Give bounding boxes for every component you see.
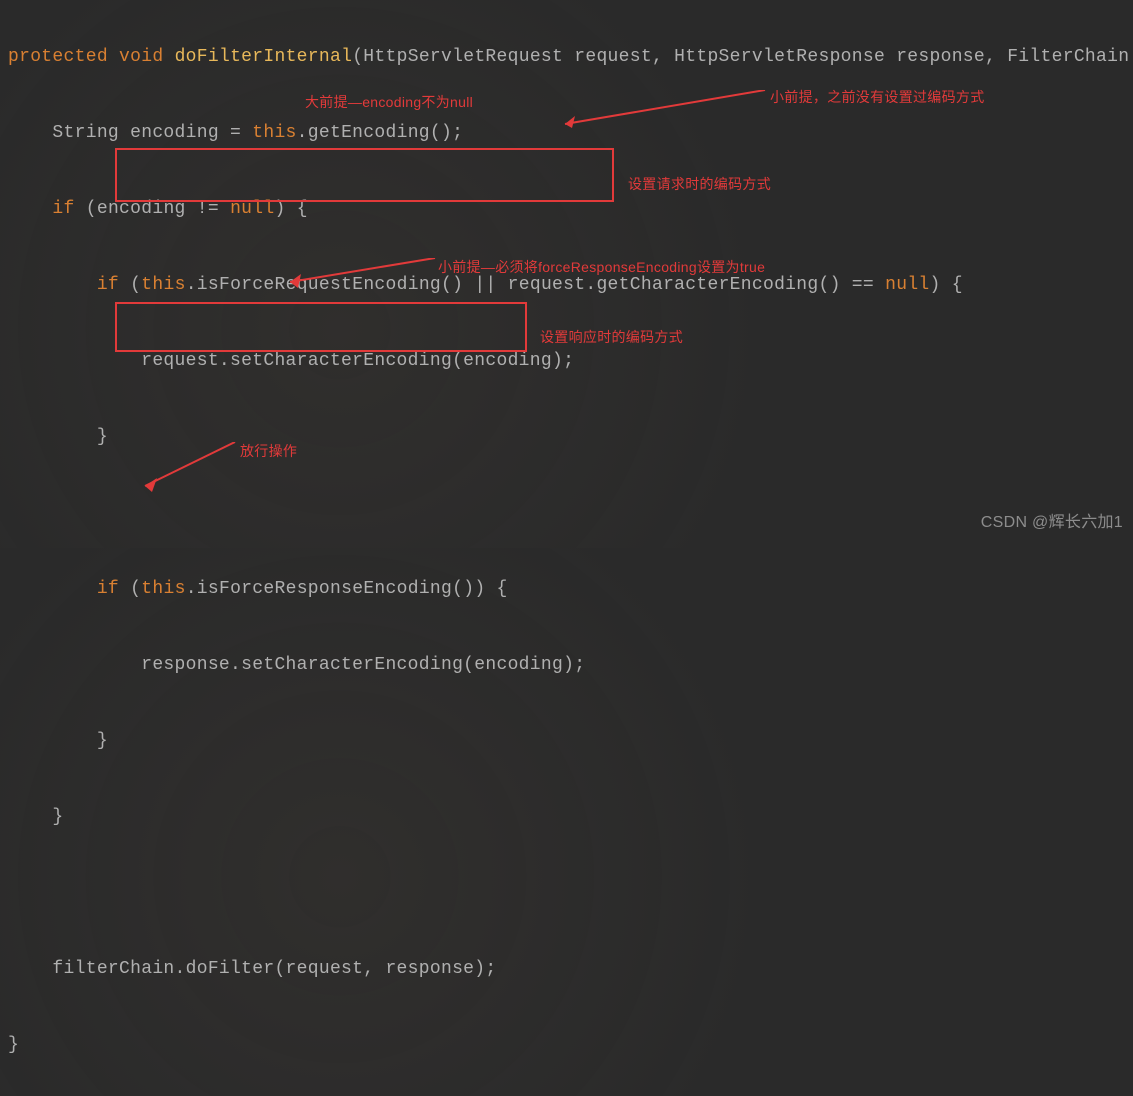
- indent: [8, 579, 97, 599]
- keyword: void: [119, 47, 163, 67]
- text: response.setCharacterEncoding(encoding);: [8, 655, 585, 675]
- keyword-this: this: [141, 579, 185, 599]
- text: }: [8, 807, 64, 827]
- indent: [8, 275, 97, 295]
- annotation: 小前提—必须将forceResponseEncoding设置为true: [438, 248, 765, 286]
- keyword-this: this: [252, 123, 296, 143]
- code-line: }: [8, 722, 1125, 760]
- keyword-null: null: [885, 275, 929, 295]
- annotation: 大前提—encoding不为null: [305, 83, 473, 121]
- code-line: [8, 874, 1125, 912]
- text: ) {: [930, 275, 963, 295]
- function-name: doFilterInternal: [175, 47, 353, 67]
- code-line: response.setCharacterEncoding(encoding);: [8, 646, 1125, 684]
- params: (HttpServletRequest request, HttpServlet…: [352, 47, 1129, 67]
- text: .getEncoding();: [297, 123, 464, 143]
- annotation: 设置响应时的编码方式: [540, 318, 683, 356]
- watermark: CSDN @辉长六加1: [981, 504, 1123, 542]
- keyword-null: null: [230, 199, 274, 219]
- text: .isForceResponseEncoding()) {: [186, 579, 508, 599]
- annotation: 小前提，之前没有设置过编码方式: [770, 78, 985, 116]
- keyword-if: if: [97, 579, 119, 599]
- keyword-if: if: [52, 199, 74, 219]
- annotation: 设置请求时的编码方式: [628, 165, 771, 203]
- highlight-box: [115, 302, 527, 352]
- text: (: [119, 275, 141, 295]
- keyword-this: this: [141, 275, 185, 295]
- code-line: }: [8, 418, 1125, 456]
- code-line: filterChain.doFilter(request, response);: [8, 950, 1125, 988]
- code-line: }: [8, 1026, 1125, 1064]
- code-line: String encoding = this.getEncoding();: [8, 114, 1125, 152]
- text: }: [8, 427, 108, 447]
- text: (encoding !=: [75, 199, 230, 219]
- keyword-if: if: [97, 275, 119, 295]
- text: ) {: [275, 199, 308, 219]
- text: }: [8, 1035, 19, 1055]
- code-line: protected void doFilterInternal(HttpServ…: [8, 38, 1125, 76]
- text: filterChain.doFilter(request, response);: [8, 959, 496, 979]
- text: (: [119, 579, 141, 599]
- text: String encoding =: [8, 123, 252, 143]
- code-line: [8, 494, 1125, 532]
- code-line: if (this.isForceResponseEncoding()) {: [8, 570, 1125, 608]
- annotation: 放行操作: [240, 432, 297, 470]
- highlight-box: [115, 148, 614, 202]
- text: }: [8, 731, 108, 751]
- keyword: protected: [8, 47, 108, 67]
- text: request.setCharacterEncoding(encoding);: [8, 351, 574, 371]
- code-line: }: [8, 798, 1125, 836]
